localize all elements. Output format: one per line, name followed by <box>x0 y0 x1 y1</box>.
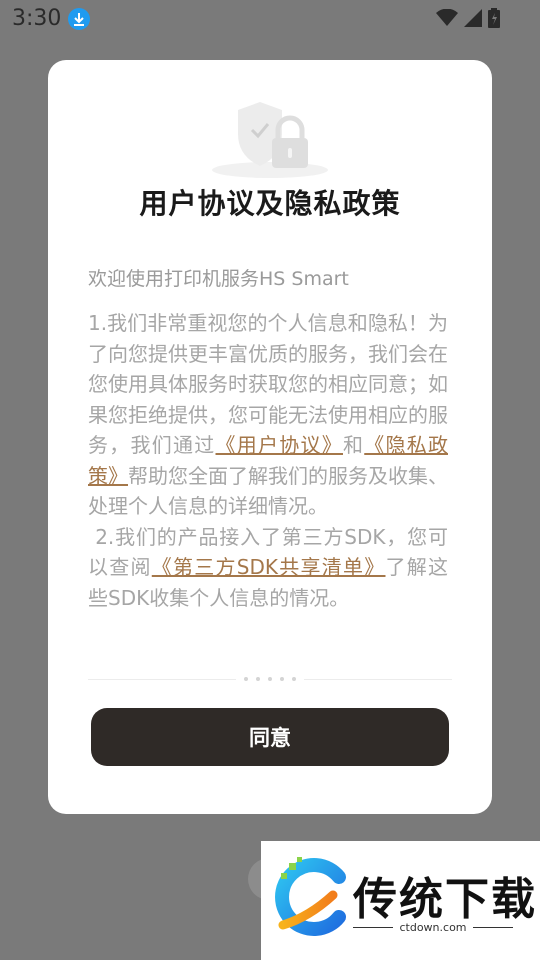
watermark: 传统下载 ctdown.com <box>261 841 540 960</box>
wifi-icon <box>436 9 458 26</box>
status-icons <box>436 8 500 28</box>
dialog-title: 用户协议及隐私政策 <box>139 187 401 220</box>
watermark-url: ctdown.com <box>399 921 467 934</box>
scroll-divider <box>88 677 452 681</box>
watermark-url-row: ctdown.com <box>353 921 513 934</box>
battery-icon <box>488 8 500 28</box>
agreement-body: 1.我们非常重视您的个人信息和隐私！为了向您提供更丰富优质的服务，我们会在您使用… <box>88 308 448 613</box>
signal-icon <box>464 9 482 27</box>
sdk-list-link[interactable]: 《第三方SDK共享清单》 <box>152 555 386 579</box>
watermark-title: 传统下载 <box>353 874 537 925</box>
ctdown-logo-icon <box>275 857 346 936</box>
agree-button[interactable]: 同意 <box>91 708 449 766</box>
paragraph-2: 2.我们的产品接入了第三方SDK，您可以查阅《第三方SDK共享清单》了解这些SD… <box>88 524 449 610</box>
download-icon <box>68 8 90 30</box>
status-time: 3:30 <box>12 6 62 31</box>
paragraph-1: 1.我们非常重视您的个人信息和隐私！为了向您提供更丰富优质的服务，我们会在您使用… <box>88 311 448 518</box>
welcome-text: 欢迎使用打印机服务HS Smart <box>88 268 349 290</box>
shield-lock-icon <box>212 102 328 178</box>
status-bar: 3:30 <box>0 0 540 38</box>
user-agreement-link[interactable]: 《用户协议》 <box>216 433 344 457</box>
privacy-dialog: 用户协议及隐私政策 欢迎使用打印机服务HS Smart 1.我们非常重视您的个人… <box>48 60 492 814</box>
